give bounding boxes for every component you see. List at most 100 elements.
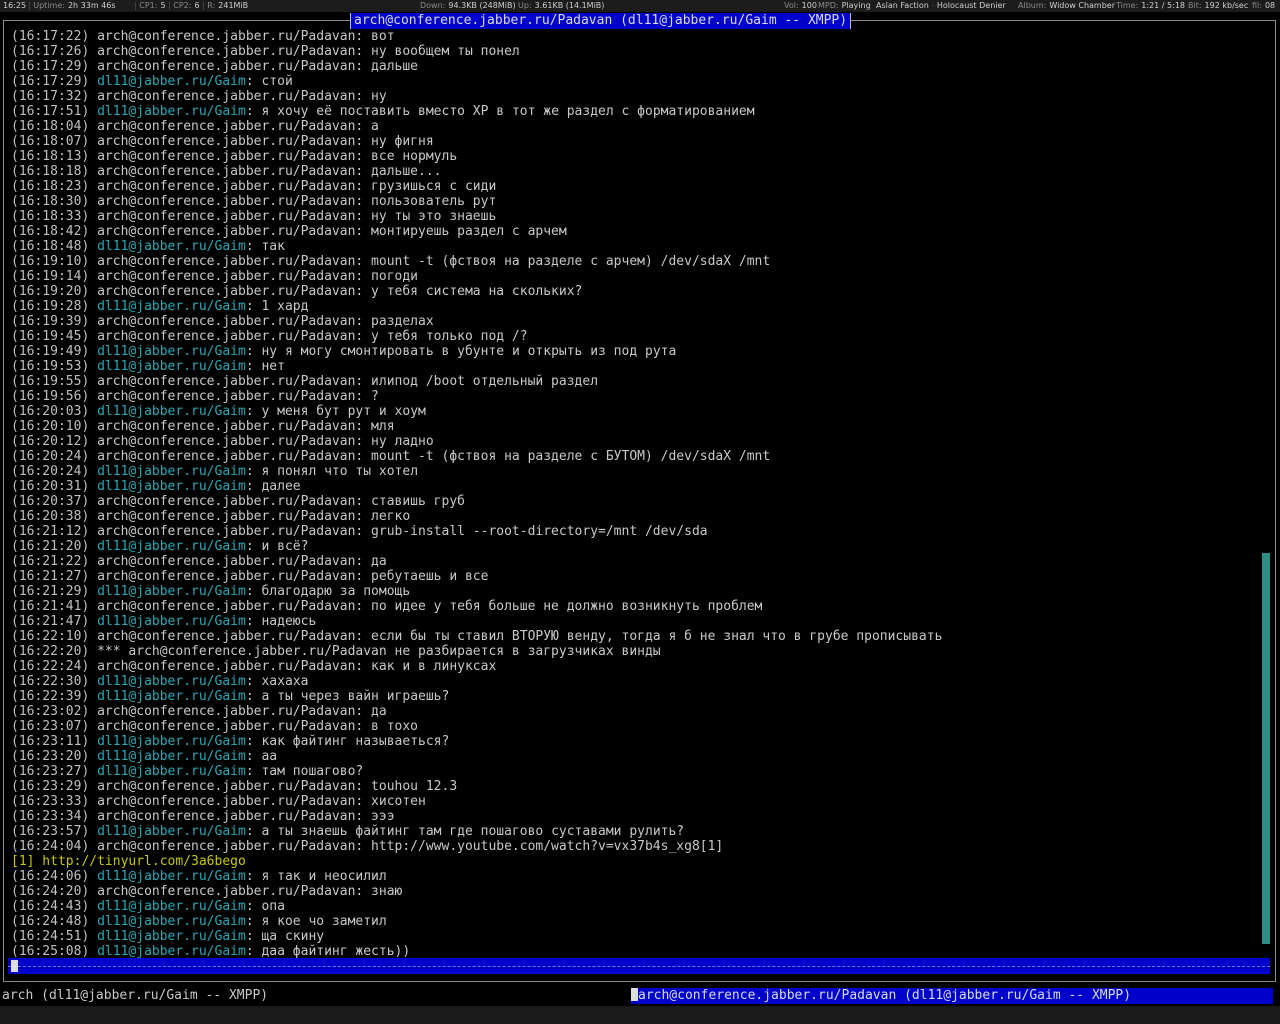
message-timestamp: (16:24:51) bbox=[11, 929, 90, 944]
short-link[interactable]: [1] http://tinyurl.com/3a6bego bbox=[11, 854, 246, 869]
active-conversation-tab[interactable]: arch@conference.jabber.ru/Padavan (dl11@… bbox=[631, 988, 1273, 1004]
message-timestamp: (16:18:04) bbox=[11, 119, 90, 134]
chat-message: (16:18:13) arch@conference.jabber.ru/Pad… bbox=[11, 149, 458, 164]
chat-message: (16:23:33) arch@conference.jabber.ru/Pad… bbox=[11, 794, 426, 809]
message-sender: dl11@jabber.ru/Gaim bbox=[97, 344, 246, 359]
message-sender: dl11@jabber.ru/Gaim bbox=[97, 914, 246, 929]
chat-message: (16:20:10) arch@conference.jabber.ru/Pad… bbox=[11, 419, 395, 434]
chat-log[interactable]: (16:17:22) arch@conference.jabber.ru/Pad… bbox=[11, 29, 1261, 959]
message-text: как файтинг называеться? bbox=[261, 734, 450, 749]
chat-message: (16:21:47) dl11@jabber.ru/Gaim: надеюсь bbox=[11, 614, 317, 629]
clock: 16:25 bbox=[3, 1, 27, 10]
uptime-widget: | Uptime: 2h 33m 46s bbox=[28, 1, 116, 10]
message-text: а ты через вайн играешь? bbox=[261, 689, 450, 704]
chat-message: (16:19:39) arch@conference.jabber.ru/Pad… bbox=[11, 314, 434, 329]
message-timestamp: (16:18:18) bbox=[11, 164, 90, 179]
chat-message: (16:20:31) dl11@jabber.ru/Gaim: далее bbox=[11, 479, 301, 494]
chat-message: (16:24:04) arch@conference.jabber.ru/Pad… bbox=[11, 839, 724, 854]
message-timestamp: (16:20:38) bbox=[11, 509, 90, 524]
message-text: надеюсь bbox=[261, 614, 317, 629]
message-sender: arch@conference.jabber.ru/Padavan bbox=[97, 29, 356, 44]
message-timestamp: (16:19:56) bbox=[11, 389, 90, 404]
chat-message: (16:25:08) dl11@jabber.ru/Gaim: даа файт… bbox=[11, 944, 411, 959]
message-sender: arch@conference.jabber.ru/Padavan bbox=[97, 164, 356, 179]
message-sender: dl11@jabber.ru/Gaim bbox=[97, 464, 246, 479]
chat-message: (16:19:49) dl11@jabber.ru/Gaim: ну я мог… bbox=[11, 344, 677, 359]
extra-widget: fil: 08 bbox=[1252, 0, 1275, 12]
message-input[interactable] bbox=[8, 958, 1270, 974]
message-sender: arch@conference.jabber.ru/Padavan bbox=[97, 224, 356, 239]
message-timestamp: (16:20:03) bbox=[11, 404, 90, 419]
chat-message: (16:18:42) arch@conference.jabber.ru/Pad… bbox=[11, 224, 567, 239]
message-text: аа bbox=[261, 749, 278, 764]
chat-message: (16:19:55) arch@conference.jabber.ru/Pad… bbox=[11, 374, 599, 389]
cpu2-value: 6 bbox=[194, 1, 200, 10]
message-sender: arch@conference.jabber.ru/Padavan bbox=[97, 719, 356, 734]
message-timestamp: (16:18:48) bbox=[11, 239, 90, 254]
message-timestamp: (16:20:24) bbox=[11, 449, 90, 464]
chat-message: (16:22:30) dl11@jabber.ru/Gaim: хахаха bbox=[11, 674, 309, 689]
down-widget: Down: 94.3KB (248MiB) bbox=[420, 0, 516, 12]
uptime-label: Uptime: bbox=[33, 1, 65, 10]
message-timestamp: (16:21:27) bbox=[11, 569, 90, 584]
message-text: ща скину bbox=[261, 929, 325, 944]
message-sender: arch@conference.jabber.ru/Padavan bbox=[97, 569, 356, 584]
message-text: 1 хард bbox=[261, 299, 309, 314]
message-text: стой bbox=[261, 74, 293, 89]
message-sender: arch@conference.jabber.ru/Padavan bbox=[97, 389, 356, 404]
chat-message: (16:24:20) arch@conference.jabber.ru/Pad… bbox=[11, 884, 403, 899]
message-timestamp: (16:18:33) bbox=[11, 209, 90, 224]
message-sender: arch@conference.jabber.ru/Padavan bbox=[97, 89, 356, 104]
message-sender: arch@conference.jabber.ru/Padavan bbox=[97, 509, 356, 524]
message-sender: dl11@jabber.ru/Gaim bbox=[97, 869, 246, 884]
chat-message: (16:20:38) arch@conference.jabber.ru/Pad… bbox=[11, 509, 411, 524]
chat-message: (16:17:26) arch@conference.jabber.ru/Pad… bbox=[11, 44, 520, 59]
album-widget: Album: Widow Chamber bbox=[1018, 0, 1115, 12]
message-sender: arch@conference.jabber.ru/Padavan bbox=[97, 554, 356, 569]
message-timestamp: (16:22:39) bbox=[11, 689, 90, 704]
message-text: ну я могу смонтировать в убунте и открыт… bbox=[261, 344, 677, 359]
message-text: у тебя только под /? bbox=[371, 329, 528, 344]
message-timestamp: (16:23:07) bbox=[11, 719, 90, 734]
chat-message: (16:19:28) dl11@jabber.ru/Gaim: 1 хард bbox=[11, 299, 309, 314]
message-text: илипод /boot отдельный раздел bbox=[371, 374, 599, 389]
chat-message: (16:19:53) dl11@jabber.ru/Gaim: нет bbox=[11, 359, 285, 374]
message-text: ну ладно bbox=[371, 434, 434, 449]
message-sender: dl11@jabber.ru/Gaim bbox=[97, 359, 246, 374]
chat-message: (16:21:29) dl11@jabber.ru/Gaim: благодар… bbox=[11, 584, 411, 599]
message-text: эээ bbox=[371, 809, 395, 824]
bottom-panel bbox=[0, 1006, 1280, 1024]
chat-message: [1] http://tinyurl.com/3a6bego bbox=[11, 854, 1261, 869]
chat-message: (16:21:22) arch@conference.jabber.ru/Pad… bbox=[11, 554, 387, 569]
chat-message: (16:22:24) arch@conference.jabber.ru/Pad… bbox=[11, 659, 497, 674]
cpu1-label: CP1: bbox=[139, 1, 158, 10]
message-timestamp: (16:24:20) bbox=[11, 884, 90, 899]
message-text: хисотен bbox=[371, 794, 426, 809]
message-text: я хочу её поставить вместо XP в тот же р… bbox=[261, 104, 755, 119]
up-label: Up: bbox=[518, 1, 532, 10]
message-timestamp: (16:21:29) bbox=[11, 584, 90, 599]
message-timestamp: (16:18:23) bbox=[11, 179, 90, 194]
chat-message: (16:20:37) arch@conference.jabber.ru/Pad… bbox=[11, 494, 465, 509]
message-text: как и в линуксах bbox=[371, 659, 497, 674]
chat-message: (16:24:48) dl11@jabber.ru/Gaim: я кое чо… bbox=[11, 914, 387, 929]
message-text: благодарю за помощь bbox=[261, 584, 411, 599]
message-text: монтируешь раздел с арчем bbox=[371, 224, 567, 239]
message-timestamp: (16:17:32) bbox=[11, 89, 90, 104]
message-timestamp: (16:25:08) bbox=[11, 944, 90, 959]
down-label: Down: bbox=[420, 1, 446, 10]
message-timestamp: (16:19:45) bbox=[11, 329, 90, 344]
message-sender: arch@conference.jabber.ru/Padavan bbox=[97, 44, 356, 59]
ram-label: R: bbox=[207, 1, 216, 10]
cpu2-label: CP2: bbox=[173, 1, 192, 10]
message-sender: dl11@jabber.ru/Gaim bbox=[97, 614, 246, 629]
message-sender: arch@conference.jabber.ru/Padavan bbox=[97, 434, 356, 449]
message-sender: arch@conference.jabber.ru/Padavan bbox=[97, 119, 356, 134]
message-timestamp: (16:20:10) bbox=[11, 419, 90, 434]
down-value: 94.3KB (248MiB) bbox=[448, 1, 516, 10]
scrollbar[interactable] bbox=[1262, 553, 1270, 944]
message-timestamp: (16:20:31) bbox=[11, 479, 90, 494]
chat-message: (16:23:27) dl11@jabber.ru/Gaim: там поша… bbox=[11, 764, 364, 779]
message-timestamp: (16:19:55) bbox=[11, 374, 90, 389]
message-sender: dl11@jabber.ru/Gaim bbox=[97, 734, 246, 749]
